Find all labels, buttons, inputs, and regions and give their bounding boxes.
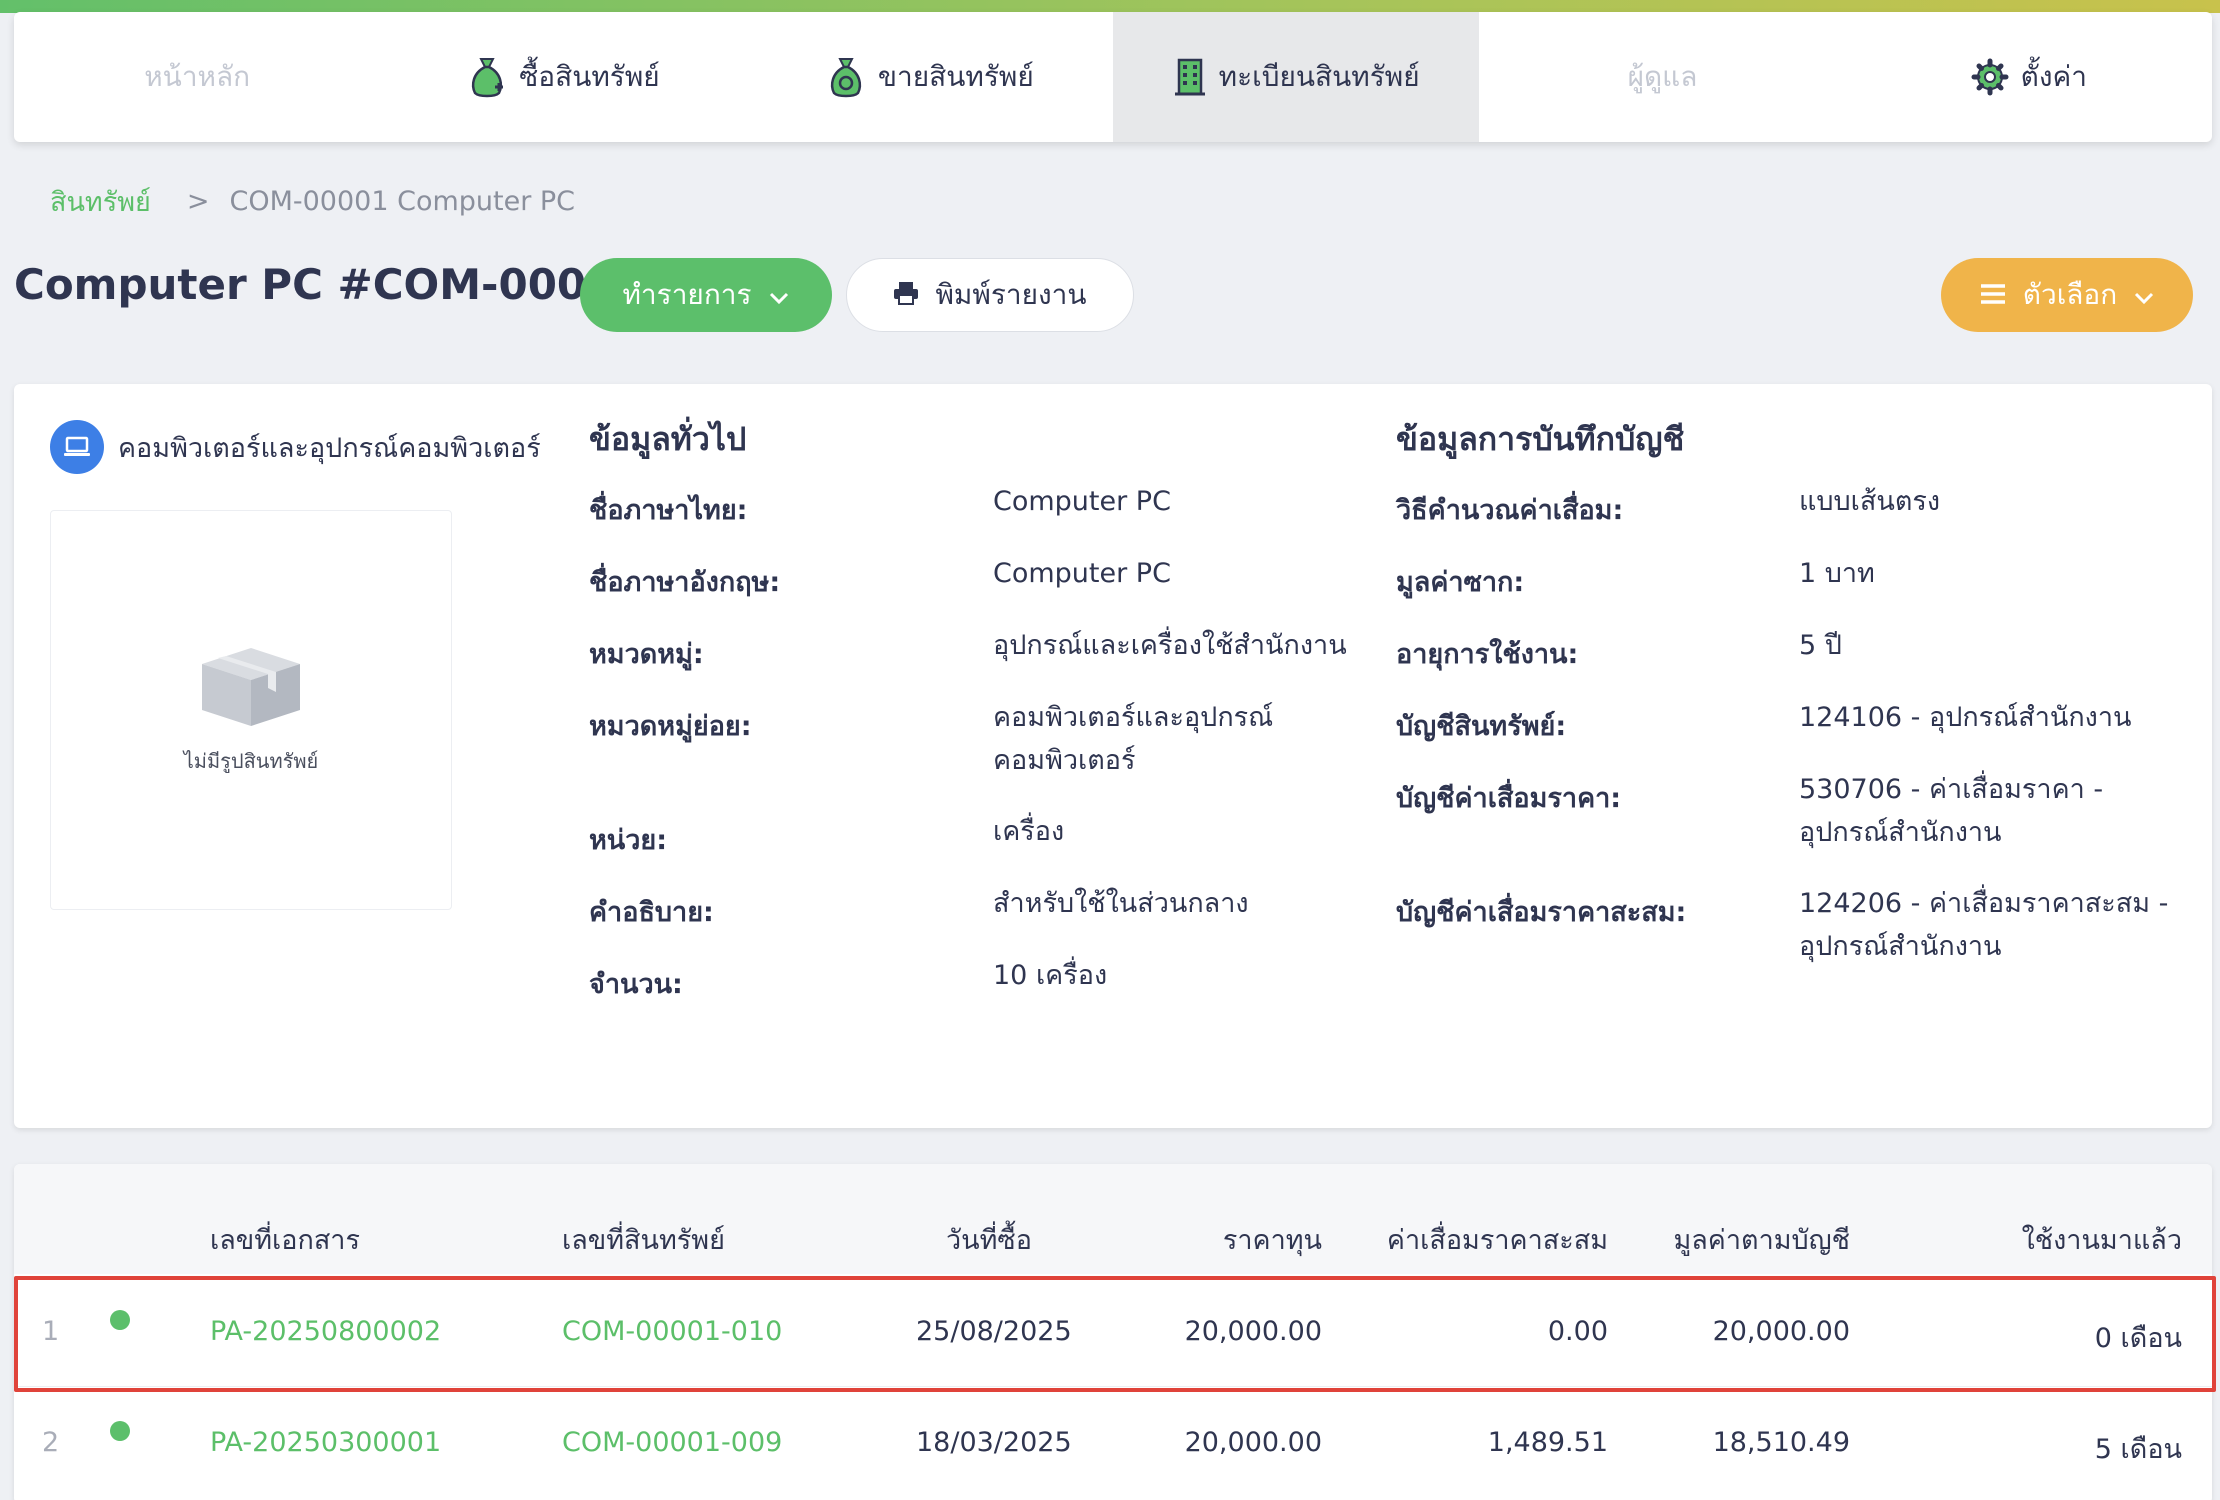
purchase-date: 25/08/2025 [916, 1316, 1072, 1347]
col-header-cost[interactable]: ราคาทุน [1223, 1218, 1322, 1261]
field-value-unit: เครื่อง [993, 816, 1065, 847]
action-button-label: ทำรายการ [622, 278, 752, 311]
breadcrumb-current: COM-00001 Computer PC [229, 186, 576, 217]
action-dropdown-button[interactable]: ทำรายการ [580, 258, 832, 332]
field-label-unit: หน่วย: [589, 825, 668, 856]
asset-category-label: คอมพิวเตอร์และอุปกรณ์คอมพิวเตอร์ [118, 432, 541, 464]
printer-icon [893, 279, 919, 312]
field-label-category: หมวดหมู่: [589, 639, 704, 670]
cost: 20,000.00 [1184, 1316, 1322, 1347]
table-header: เลขที่เอกสาร เลขที่สินทรัพย์ วันที่ซื้อ … [14, 1164, 2212, 1274]
breadcrumb-root[interactable]: สินทรัพย์ [50, 180, 151, 223]
asset-no-link[interactable]: COM-00001-010 [562, 1316, 782, 1347]
nav-buy-label: ซื้อสินทรัพย์ [519, 60, 660, 93]
main-nav: หน้าหลัก ซื้อสินทรัพย์ ขายสินทรัพย์ ทะเบ… [14, 12, 2212, 142]
asset-detail-card: คอมพิวเตอร์และอุปกรณ์คอมพิวเตอร์ ไม่มีรู… [14, 384, 2212, 1128]
col-header-purchase-date[interactable]: วันที่ซื้อ [946, 1218, 1032, 1261]
nav-register[interactable]: ทะเบียนสินทรัพย์ [1112, 12, 1480, 142]
money-bag-sell-icon [826, 55, 866, 99]
field-label-depreciation-account: บัญชีค่าเสื่อมราคา: [1396, 783, 1622, 814]
col-header-asset-no[interactable]: เลขที่สินทรัพย์ [562, 1218, 725, 1261]
laptop-icon [50, 420, 104, 474]
field-value-useful-life: 5 ปี [1799, 630, 1842, 661]
field-value-english-name: Computer PC [993, 558, 1171, 589]
nav-buy[interactable]: ซื้อสินทรัพย์ [380, 12, 746, 142]
book-value: 20,000.00 [1712, 1316, 1850, 1347]
field-label-depreciation-method: วิธีคำนวณค่าเสื่อม: [1396, 495, 1624, 526]
options-dropdown-button[interactable]: ตัวเลือก [1941, 258, 2193, 332]
used-duration: 5 เดือน [2094, 1434, 2182, 1465]
asset-category: คอมพิวเตอร์และอุปกรณ์คอมพิวเตอร์ [50, 420, 541, 474]
row-index: 2 [42, 1427, 60, 1458]
accumulated-depreciation: 1,489.51 [1487, 1427, 1608, 1458]
field-value-depreciation-account: 530706 - ค่าเสื่อมราคา - [1799, 774, 2104, 805]
field-label-asset-account: บัญชีสินทรัพย์: [1396, 711, 1567, 742]
page-title: Computer PC #COM-00001 [14, 260, 645, 309]
nav-sell[interactable]: ขายสินทรัพย์ [747, 12, 1113, 142]
field-label-subcategory: หมวดหมู่ย่อย: [589, 711, 752, 742]
table-row[interactable]: 1 PA-20250800002 COM-00001-010 25/08/202… [14, 1274, 2212, 1384]
field-value-quantity: 10 เครื่อง [993, 960, 1108, 991]
col-header-accumulated-depreciation[interactable]: ค่าเสื่อมราคาสะสม [1387, 1218, 1608, 1261]
field-value-description: สำหรับใช้ในส่วนกลาง [993, 888, 1249, 919]
col-header-book-value[interactable]: มูลค่าตามบัญชี [1673, 1218, 1850, 1261]
general-info-title: ข้อมูลทั่วไป [589, 420, 747, 458]
box-icon [196, 644, 306, 733]
accounting-info-title: ข้อมูลการบันทึกบัญชี [1396, 420, 1685, 458]
row-index: 1 [42, 1316, 60, 1347]
field-value-depreciation-method: แบบเส้นตรง [1799, 486, 1941, 517]
cost: 20,000.00 [1184, 1427, 1322, 1458]
field-label-salvage-value: มูลค่าซาก: [1396, 567, 1525, 598]
field-value-asset-account: 124106 - อุปกรณ์สำนักงาน [1799, 702, 2132, 733]
nav-custodian-label: ผู้ดูแล [1627, 60, 1698, 93]
nav-sell-label: ขายสินทรัพย์ [877, 60, 1034, 93]
nav-custodian[interactable]: ผู้ดูแล [1479, 12, 1845, 142]
nav-register-label: ทะเบียนสินทรัพย์ [1218, 60, 1420, 93]
chevron-down-icon [768, 279, 790, 312]
field-label-quantity: จำนวน: [589, 969, 683, 1000]
chevron-down-icon [2133, 279, 2155, 312]
asset-image-placeholder: ไม่มีรูปสินทรัพย์ [50, 510, 452, 910]
field-value-subcategory: คอมพิวเตอร์และอุปกรณ์ [993, 702, 1274, 733]
no-image-label: ไม่มีรูปสินทรัพย์ [183, 748, 319, 773]
status-dot [110, 1421, 130, 1441]
print-report-button[interactable]: พิมพ์รายงาน [846, 258, 1134, 332]
breadcrumb-separator: > [186, 186, 210, 217]
asset-no-link[interactable]: COM-00001-009 [562, 1427, 782, 1458]
asset-items-table: เลขที่เอกสาร เลขที่สินทรัพย์ วันที่ซื้อ … [14, 1164, 2212, 1500]
field-label-thai-name: ชื่อภาษาไทย: [589, 495, 748, 526]
menu-icon [1979, 279, 2007, 312]
field-value-salvage-value: 1 บาท [1799, 558, 1875, 589]
field-value-accumulated-depreciation-account-line2: อุปกรณ์สำนักงาน [1799, 931, 2002, 962]
book-value: 18,510.49 [1712, 1427, 1850, 1458]
field-value-thai-name: Computer PC [993, 486, 1171, 517]
purchase-date: 18/03/2025 [916, 1427, 1072, 1458]
nav-home[interactable]: หน้าหลัก [14, 12, 380, 142]
field-label-description: คำอธิบาย: [589, 897, 714, 928]
field-value-accumulated-depreciation-account: 124206 - ค่าเสื่อมราคาสะสม - [1799, 888, 2169, 919]
money-bag-icon [467, 55, 507, 99]
breadcrumb: สินทรัพย์ > COM-00001 Computer PC [50, 180, 575, 223]
used-duration: 0 เดือน [2094, 1323, 2182, 1354]
nav-settings-label: ตั้งค่า [2020, 60, 2087, 93]
field-label-useful-life: อายุการใช้งาน: [1396, 639, 1579, 670]
col-header-used-duration[interactable]: ใช้งานมาแล้ว [2022, 1218, 2182, 1261]
doc-no-link[interactable]: PA-20250300001 [210, 1427, 441, 1458]
print-button-label: พิมพ์รายงาน [935, 278, 1087, 311]
nav-home-label: หน้าหลัก [144, 60, 251, 93]
options-button-label: ตัวเลือก [2022, 278, 2118, 311]
nav-settings[interactable]: ตั้งค่า [1846, 12, 2212, 142]
table-row[interactable]: 2 PA-20250300001 COM-00001-009 18/03/202… [14, 1386, 2212, 1496]
status-dot [110, 1310, 130, 1330]
gear-icon [1971, 58, 2009, 96]
field-label-english-name: ชื่อภาษาอังกฤษ: [589, 567, 781, 598]
field-value-subcategory-line2: คอมพิวเตอร์ [993, 745, 1136, 776]
field-value-category: อุปกรณ์และเครื่องใช้สำนักงาน [993, 630, 1347, 661]
field-label-accumulated-depreciation-account: บัญชีค่าเสื่อมราคาสะสม: [1396, 897, 1687, 928]
doc-no-link[interactable]: PA-20250800002 [210, 1316, 441, 1347]
accumulated-depreciation: 0.00 [1547, 1316, 1608, 1347]
field-value-depreciation-account-line2: อุปกรณ์สำนักงาน [1799, 817, 2002, 848]
building-icon [1173, 57, 1207, 97]
col-header-doc-no[interactable]: เลขที่เอกสาร [210, 1218, 360, 1261]
